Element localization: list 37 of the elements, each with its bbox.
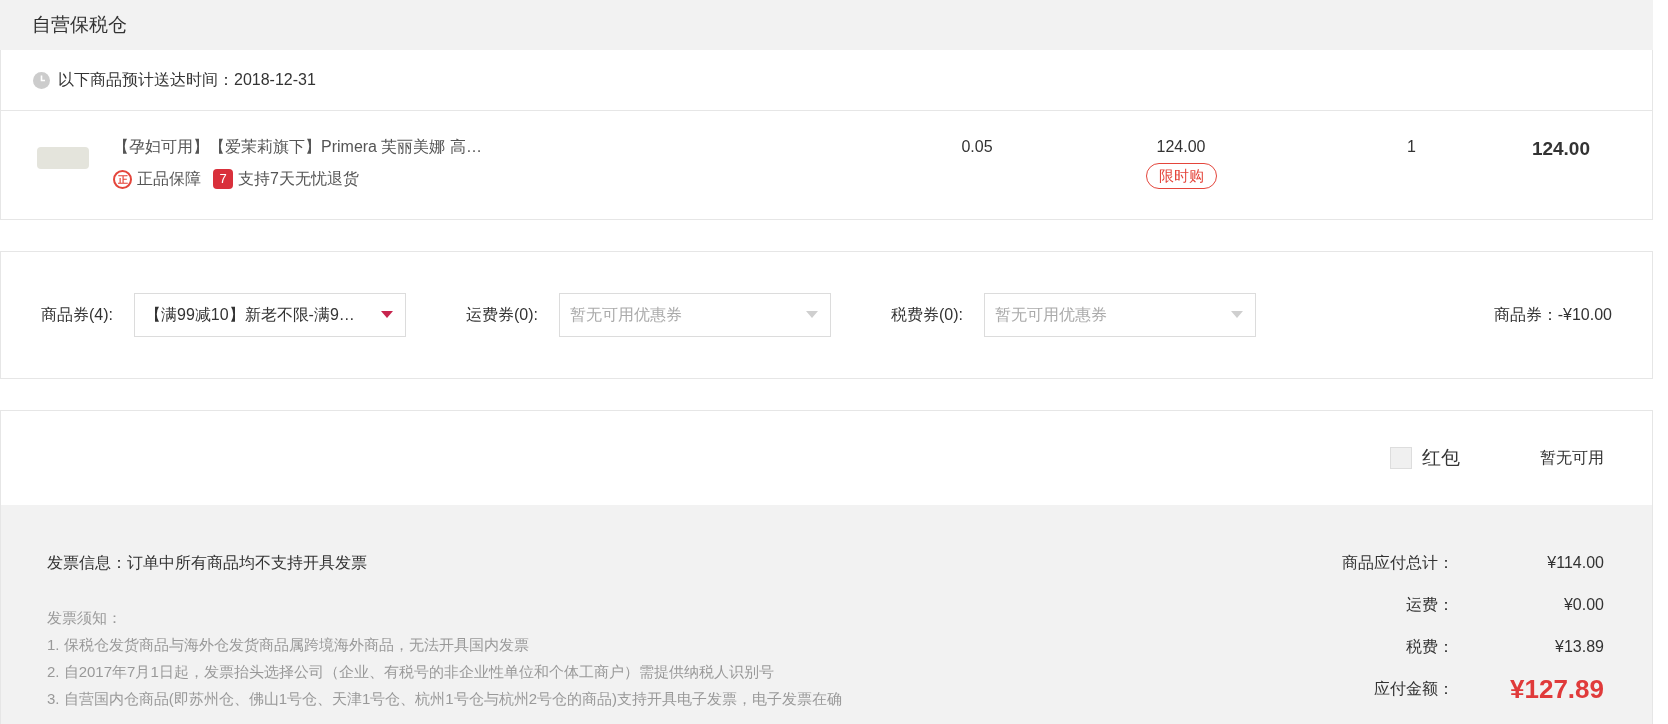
amount-due: ¥127.89 [1509,672,1604,706]
total-value: ¥13.89 [1554,637,1604,657]
authentic-icon: 正 [113,169,132,189]
coupon-select[interactable]: 【满99减10】新老不限-满9… [134,293,406,337]
tax-rate: 0.05 [960,137,994,157]
unit-price: 124.00 [1156,137,1206,157]
clock-icon [33,71,50,89]
hongbao-checkbox[interactable] [1390,447,1412,469]
total-value: ¥114.00 [1546,553,1604,573]
coupon-label: 税费券(0): [891,305,964,325]
quantity: 1 [1407,137,1416,157]
invoice-note: 1. 保税仓发货商品与海外仓发货商品属跨境海外商品，无法开具国内发票 [47,635,530,655]
total-label: 运费： [1406,595,1454,615]
return-icon: 7 [213,169,233,189]
caret-icon [806,311,818,319]
hongbao-status: 暂无可用 [1540,448,1604,468]
total-label: 应付金额： [1374,679,1454,699]
guarantee-label: 正品保障 [137,169,201,189]
hongbao-label: 红包 [1422,445,1460,470]
total-label: 商品应付总计： [1342,553,1454,573]
guarantee-label: 支持7天无忧退货 [238,169,359,189]
caret-icon [1231,311,1243,319]
invoice-notes-title: 发票须知： [47,608,123,628]
section-title: 自营保税仓 [32,12,127,37]
caret-icon [381,311,393,319]
coupon-label: 商品券(4): [41,305,114,325]
invoice-info: 发票信息：订单中所有商品均不支持开具发票 [47,553,368,573]
total-value: ¥0.00 [1562,595,1604,615]
coupon-label: 运费券(0): [466,305,539,325]
total-label: 税费： [1406,637,1454,657]
delivery-date: 以下商品预计送达时间：2018-12-31 [58,70,316,90]
invoice-note: 2. 自2017年7月1日起，发票抬头选择公司（企业、有税号的非企业性单位和个体工商户）需提供纳税人识别号 [47,662,775,682]
subtotal: 124.00 [1531,137,1590,161]
coupon-discount: 商品券：-¥10.00 [1493,305,1612,325]
product-photo-placeholder [37,147,89,169]
product-name: 【孕妇可用】【爱茉莉旗下】Primera 芙丽美娜 高… [113,137,483,157]
invoice-note: 3. 自营国内仓商品(即苏州仓、佛山1号仓、天津1号仓、杭州1号仓与杭州2号仓的商品)支持开具电子发票，电子发票在确 [47,689,843,709]
